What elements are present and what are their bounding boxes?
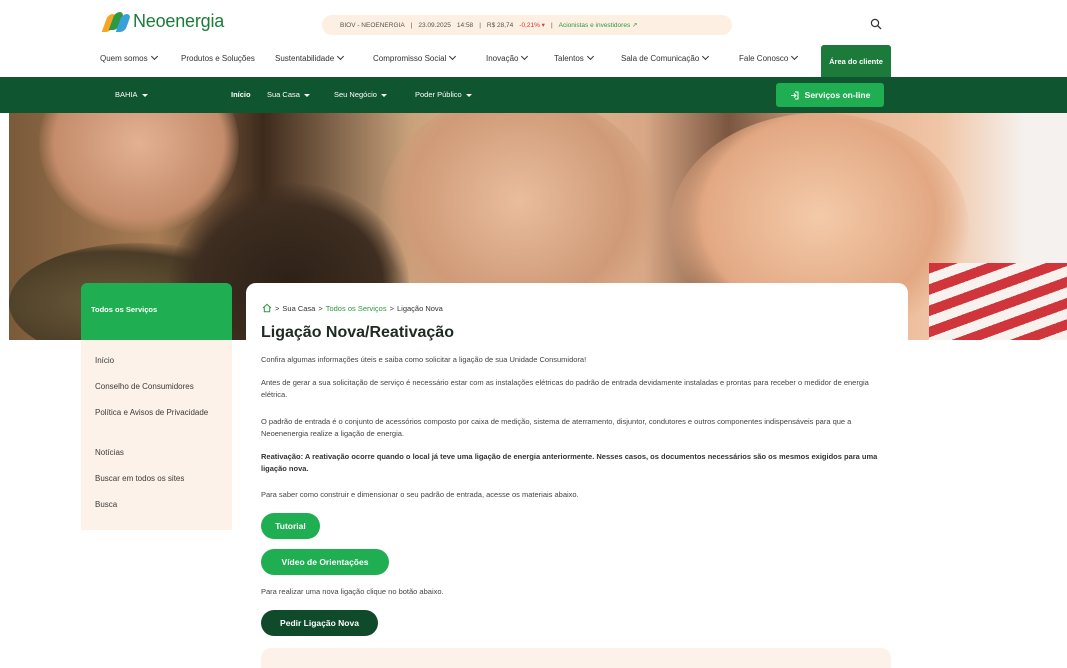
reativacao-paragraph: Reativação: A reativação ocorre quando o… (261, 452, 878, 473)
sidebar-item-conselho[interactable]: Conselho de Consumidores (95, 381, 220, 392)
stock-ticker: BIOV - NEOENERGIA | 23.09.2025 14:58 | R… (322, 15, 732, 35)
nav-item-fale-conosco[interactable]: Fale Conosco (739, 52, 799, 63)
ticker-price: R$ 28,74 (486, 21, 514, 29)
nav-item-sala-comunicacao[interactable]: Sala de Comunicação (621, 52, 710, 63)
sidebar-menu: Início Conselho de Consumidores Política… (81, 340, 232, 530)
nav-item-compromisso-social[interactable]: Compromisso Social (373, 52, 457, 63)
nav-item-produtos[interactable]: Produtos e Soluções (181, 54, 255, 63)
content-card: > Sua Casa > Todos os Serviços > Ligação… (246, 283, 908, 668)
page-title: Ligação Nova/Reativação (261, 324, 454, 341)
logo-text: Neoenergia (133, 11, 225, 31)
ticker-date: 23.09.2025 (418, 21, 451, 29)
sidebar-header: Todos os Serviços (81, 283, 232, 340)
ticker-change: -0,21% ▾ (519, 22, 545, 29)
chevron-down-icon (702, 52, 710, 61)
caret-down-icon (141, 93, 148, 97)
ticker-symbol: BIOV - NEOENERGIA (340, 21, 405, 29)
neoenergia-logo[interactable]: Neoenergia (101, 11, 225, 32)
nova-ligacao-paragraph: Para realizar uma nova ligação clique no… (261, 587, 444, 596)
login-icon (790, 90, 799, 100)
intro-paragraph: Confira algumas informações úteis e saib… (261, 355, 587, 364)
chevron-down-icon (337, 52, 345, 61)
breadcrumb-current: Ligação Nova (396, 303, 443, 313)
caret-down-icon (380, 93, 387, 97)
sidebar-item-noticias[interactable]: Notícias (95, 447, 220, 458)
top-header: Neoenergia BIOV - NEOENERGIA | 23.09.202… (0, 0, 1067, 44)
breadcrumb: > Sua Casa > Todos os Serviços > Ligação… (262, 303, 443, 313)
requirements-paragraph: Antes de gerar a sua solicitação de serv… (261, 378, 869, 399)
nav-item-sustentabilidade[interactable]: Sustentabilidade (275, 52, 345, 63)
tutorial-button[interactable]: Tutorial (261, 513, 320, 539)
region-bar: BAHIA Início Sua Casa Seu Negócio Poder … (0, 77, 1067, 113)
sidebar-item-politica[interactable]: Política e Avisos de Privacidade (95, 407, 220, 418)
main-nav: Quem somos Produtos e Soluções Sustentab… (0, 46, 1067, 74)
caret-down-icon (465, 93, 472, 97)
region-nav-poder-publico[interactable]: Poder Público (415, 90, 472, 99)
region-nav-sua-casa[interactable]: Sua Casa (267, 90, 310, 99)
chevron-down-icon (586, 52, 594, 61)
caret-down-icon (303, 93, 310, 97)
sidebar-item-busca[interactable]: Busca (95, 499, 220, 510)
video-orientacoes-button[interactable]: Vídeo de Orientações (261, 549, 389, 575)
region-nav-inicio[interactable]: Início (231, 90, 251, 99)
chevron-down-icon (449, 52, 457, 61)
breadcrumb-todos-servicos[interactable]: Todos os Serviços (326, 304, 387, 313)
sidebar-item-buscar-sites[interactable]: Buscar em todos os sites (95, 473, 220, 484)
nav-item-inovacao[interactable]: Inovação (486, 52, 529, 63)
area-cliente-button[interactable]: Área do cliente (821, 45, 891, 77)
chevron-down-icon (150, 52, 158, 61)
chevron-down-icon (521, 52, 529, 61)
padrao-entrada-paragraph: O padrão de entrada é o conjunto de aces… (261, 417, 852, 438)
nav-item-quem-somos[interactable]: Quem somos (100, 52, 158, 63)
pedir-ligacao-nova-button[interactable]: Pedir Ligação Nova (261, 610, 378, 636)
materiais-paragraph: Para saber como construir e dimensionar … (261, 490, 579, 499)
info-box (261, 648, 891, 668)
search-icon[interactable] (870, 18, 882, 30)
region-nav-seu-negocio[interactable]: Seu Negócio (334, 90, 387, 99)
sidebar-item-inicio[interactable]: Início (95, 355, 220, 366)
ticker-time: 14:58 (456, 21, 474, 29)
sidebar-title: Todos os Serviços (91, 305, 158, 314)
breadcrumb-sua-casa[interactable]: Sua Casa (282, 304, 315, 313)
nav-item-talentos[interactable]: Talentos (554, 52, 594, 63)
logo-leaf-icon (101, 11, 132, 32)
investors-link[interactable]: Acionistas e investidores ↗ (559, 21, 638, 29)
chevron-down-icon (791, 52, 799, 61)
servicos-online-button[interactable]: Serviços on-line (776, 83, 884, 107)
home-icon[interactable] (262, 303, 272, 313)
region-selector[interactable]: BAHIA (115, 90, 148, 99)
